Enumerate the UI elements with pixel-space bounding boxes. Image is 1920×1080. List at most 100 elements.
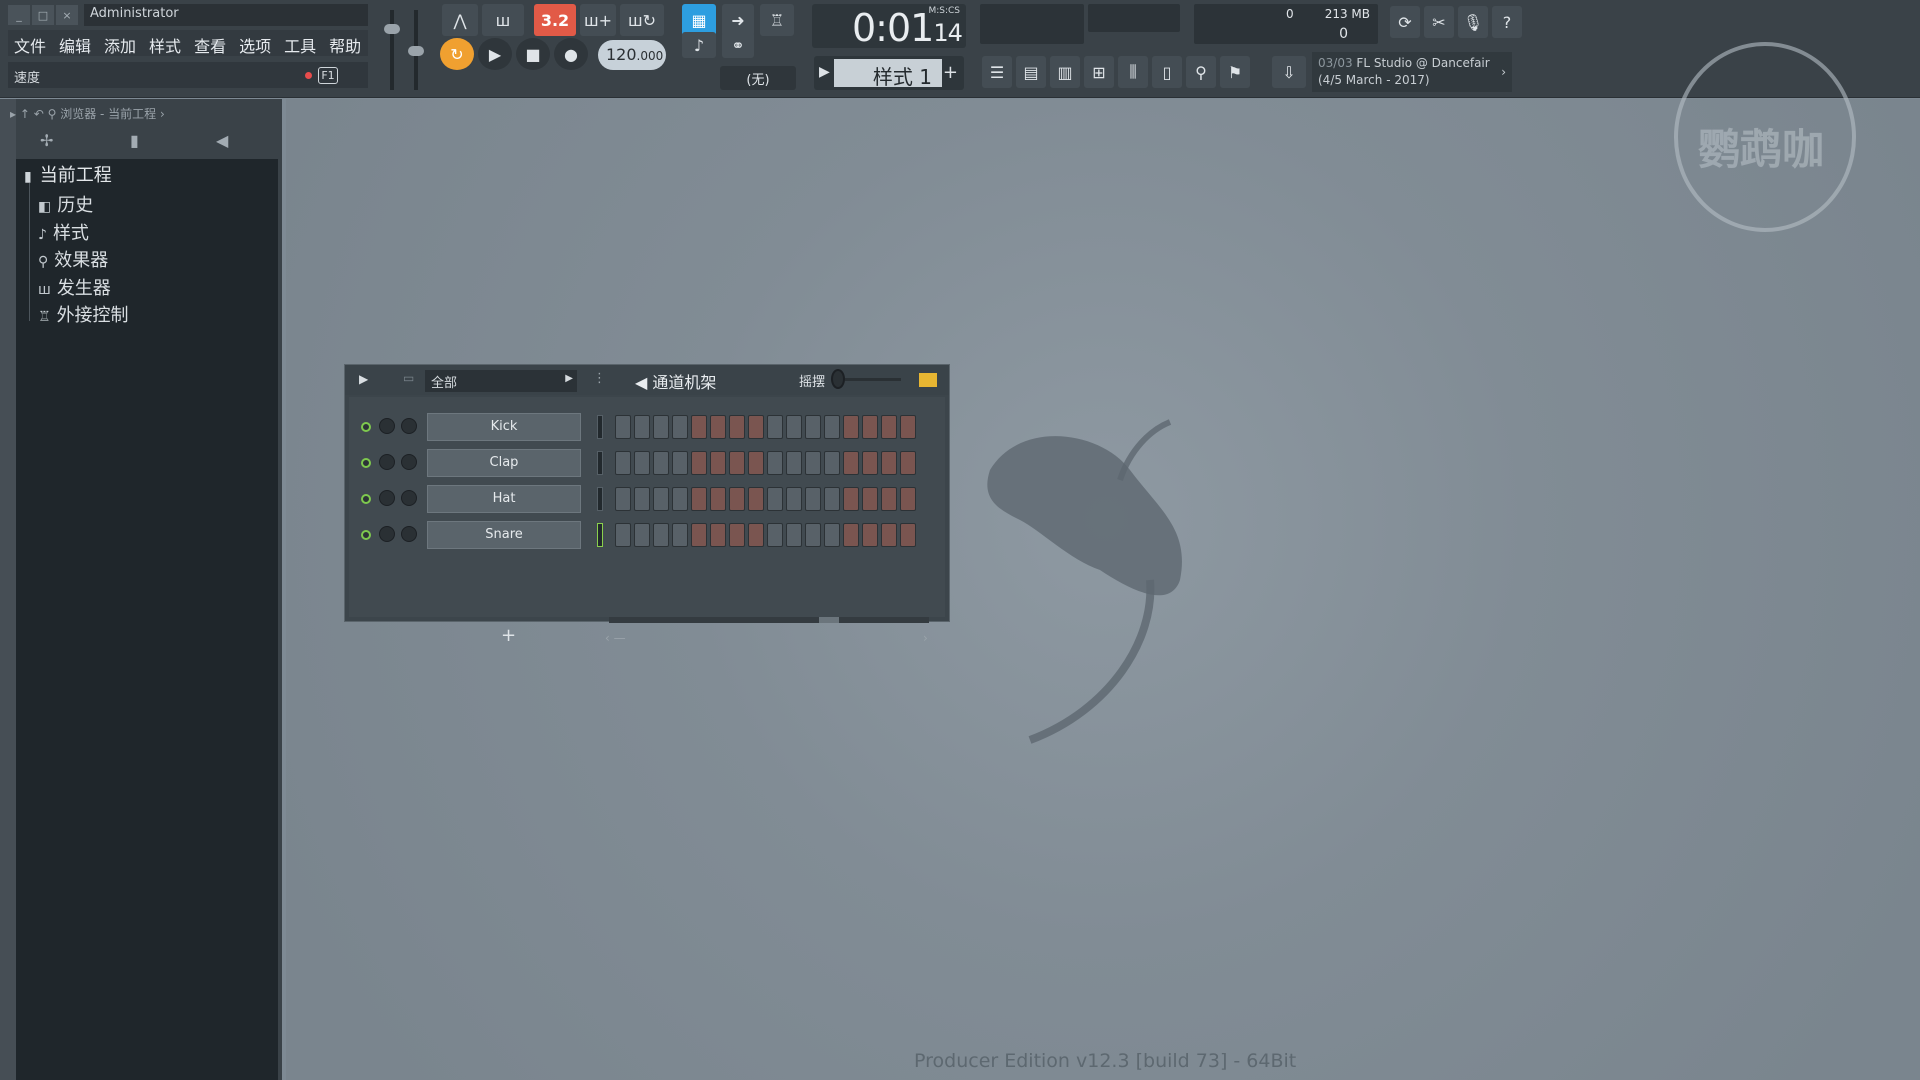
- step[interactable]: [900, 451, 916, 475]
- news-next-icon[interactable]: ›: [1501, 64, 1506, 81]
- tree-item-generators[interactable]: ш 发生器: [38, 274, 111, 300]
- project-icon[interactable]: ▯: [1152, 56, 1182, 88]
- step[interactable]: [862, 415, 878, 439]
- channel-name-button[interactable]: Hat: [427, 485, 581, 513]
- step[interactable]: [862, 451, 878, 475]
- swing-knob[interactable]: [831, 369, 845, 389]
- tempo-display[interactable]: 120.000: [598, 40, 666, 70]
- channel-rack-icon[interactable]: ▥: [1050, 56, 1080, 88]
- volume-knob[interactable]: [401, 526, 417, 542]
- step[interactable]: [881, 487, 897, 511]
- add-pattern-button[interactable]: +: [943, 62, 958, 83]
- step[interactable]: [767, 415, 783, 439]
- tree-item-patterns[interactable]: ♪ 样式: [38, 219, 89, 245]
- microphone-icon[interactable]: 🎙: [1458, 6, 1488, 38]
- step[interactable]: [786, 487, 802, 511]
- close-button[interactable]: ×: [56, 5, 78, 25]
- channel-name-button[interactable]: Clap: [427, 449, 581, 477]
- step[interactable]: [710, 523, 726, 547]
- cut-tool-icon[interactable]: ✂: [1424, 6, 1454, 38]
- step[interactable]: [900, 487, 916, 511]
- link-icon[interactable]: ⚭: [722, 32, 754, 58]
- step[interactable]: [672, 487, 688, 511]
- scroll-left-icon[interactable]: ‹ —: [605, 631, 626, 645]
- pan-knob[interactable]: [379, 418, 395, 434]
- menu-help[interactable]: 帮助: [323, 30, 366, 56]
- pattern-selector[interactable]: ▶ 样式 1 +: [814, 56, 964, 90]
- menu-file[interactable]: 文件: [8, 30, 51, 56]
- pan-knob[interactable]: [379, 454, 395, 470]
- step[interactable]: [824, 523, 840, 547]
- play-button[interactable]: ▶: [478, 38, 512, 70]
- step[interactable]: [824, 487, 840, 511]
- step[interactable]: [881, 523, 897, 547]
- step[interactable]: [729, 487, 745, 511]
- channel-selector[interactable]: [597, 451, 603, 475]
- step[interactable]: [710, 487, 726, 511]
- menu-options[interactable]: 选项: [233, 30, 276, 56]
- step[interactable]: [615, 451, 631, 475]
- step[interactable]: [691, 523, 707, 547]
- snap-selector[interactable]: (无): [720, 66, 796, 90]
- step[interactable]: [900, 415, 916, 439]
- step[interactable]: [691, 451, 707, 475]
- step[interactable]: [748, 523, 764, 547]
- step-sequencer-icon[interactable]: ⊞: [1084, 56, 1114, 88]
- download-icon[interactable]: ⇩: [1272, 56, 1306, 88]
- add-channel-button[interactable]: +: [501, 625, 516, 646]
- tree-item-effects[interactable]: ⚲ 效果器: [38, 246, 108, 272]
- master-pitch-slider[interactable]: [408, 10, 424, 90]
- song-mode-icon[interactable]: ↻: [440, 38, 474, 70]
- step[interactable]: [729, 523, 745, 547]
- step[interactable]: [672, 415, 688, 439]
- plugin-icon[interactable]: ⚲: [1186, 56, 1216, 88]
- menu-view[interactable]: 查看: [188, 30, 231, 56]
- step[interactable]: [710, 451, 726, 475]
- stop-button[interactable]: ■: [516, 38, 550, 70]
- step[interactable]: [862, 523, 878, 547]
- draw-tool-icon[interactable]: ♪: [682, 32, 716, 58]
- time-display[interactable]: M:S:CS 0:0114: [812, 4, 966, 50]
- step[interactable]: [900, 523, 916, 547]
- menu-add[interactable]: 添加: [98, 30, 141, 56]
- step[interactable]: [805, 415, 821, 439]
- step[interactable]: [634, 487, 650, 511]
- step[interactable]: [653, 451, 669, 475]
- step[interactable]: [843, 451, 859, 475]
- channel-selector[interactable]: [597, 523, 603, 547]
- step[interactable]: [843, 415, 859, 439]
- metronome-icon[interactable]: ш: [482, 4, 524, 36]
- step[interactable]: [881, 451, 897, 475]
- step[interactable]: [786, 415, 802, 439]
- channel-led[interactable]: [361, 530, 371, 540]
- tree-item-remote[interactable]: ♖ 外接控制: [38, 301, 129, 327]
- record-button[interactable]: ●: [554, 38, 588, 70]
- step[interactable]: [767, 451, 783, 475]
- channel-selector[interactable]: [597, 415, 603, 439]
- channel-name-button[interactable]: Snare: [427, 521, 581, 549]
- step[interactable]: [824, 415, 840, 439]
- restore-button[interactable]: □: [32, 5, 54, 25]
- pan-knob[interactable]: [379, 490, 395, 506]
- step[interactable]: [767, 523, 783, 547]
- step[interactable]: [786, 451, 802, 475]
- step[interactable]: [767, 487, 783, 511]
- step[interactable]: [748, 487, 764, 511]
- file-icon[interactable]: ▮: [130, 131, 139, 150]
- piano-roll-icon[interactable]: ▤: [1016, 56, 1046, 88]
- typing-keyboard-icon[interactable]: ⋀: [442, 4, 478, 36]
- tree-item-history[interactable]: ◧ 历史: [38, 191, 93, 217]
- step[interactable]: [862, 487, 878, 511]
- undo-history-icon[interactable]: ⟳: [1390, 6, 1420, 38]
- step[interactable]: [824, 451, 840, 475]
- master-volume-slider[interactable]: [384, 10, 400, 90]
- horizontal-scrollbar[interactable]: [609, 617, 929, 623]
- f1-key[interactable]: F1: [318, 67, 338, 84]
- channel-led[interactable]: [361, 494, 371, 504]
- step[interactable]: [748, 451, 764, 475]
- menu-edit[interactable]: 编辑: [53, 30, 96, 56]
- step[interactable]: [672, 523, 688, 547]
- channel-led[interactable]: [361, 422, 371, 432]
- step[interactable]: [729, 451, 745, 475]
- step[interactable]: [805, 523, 821, 547]
